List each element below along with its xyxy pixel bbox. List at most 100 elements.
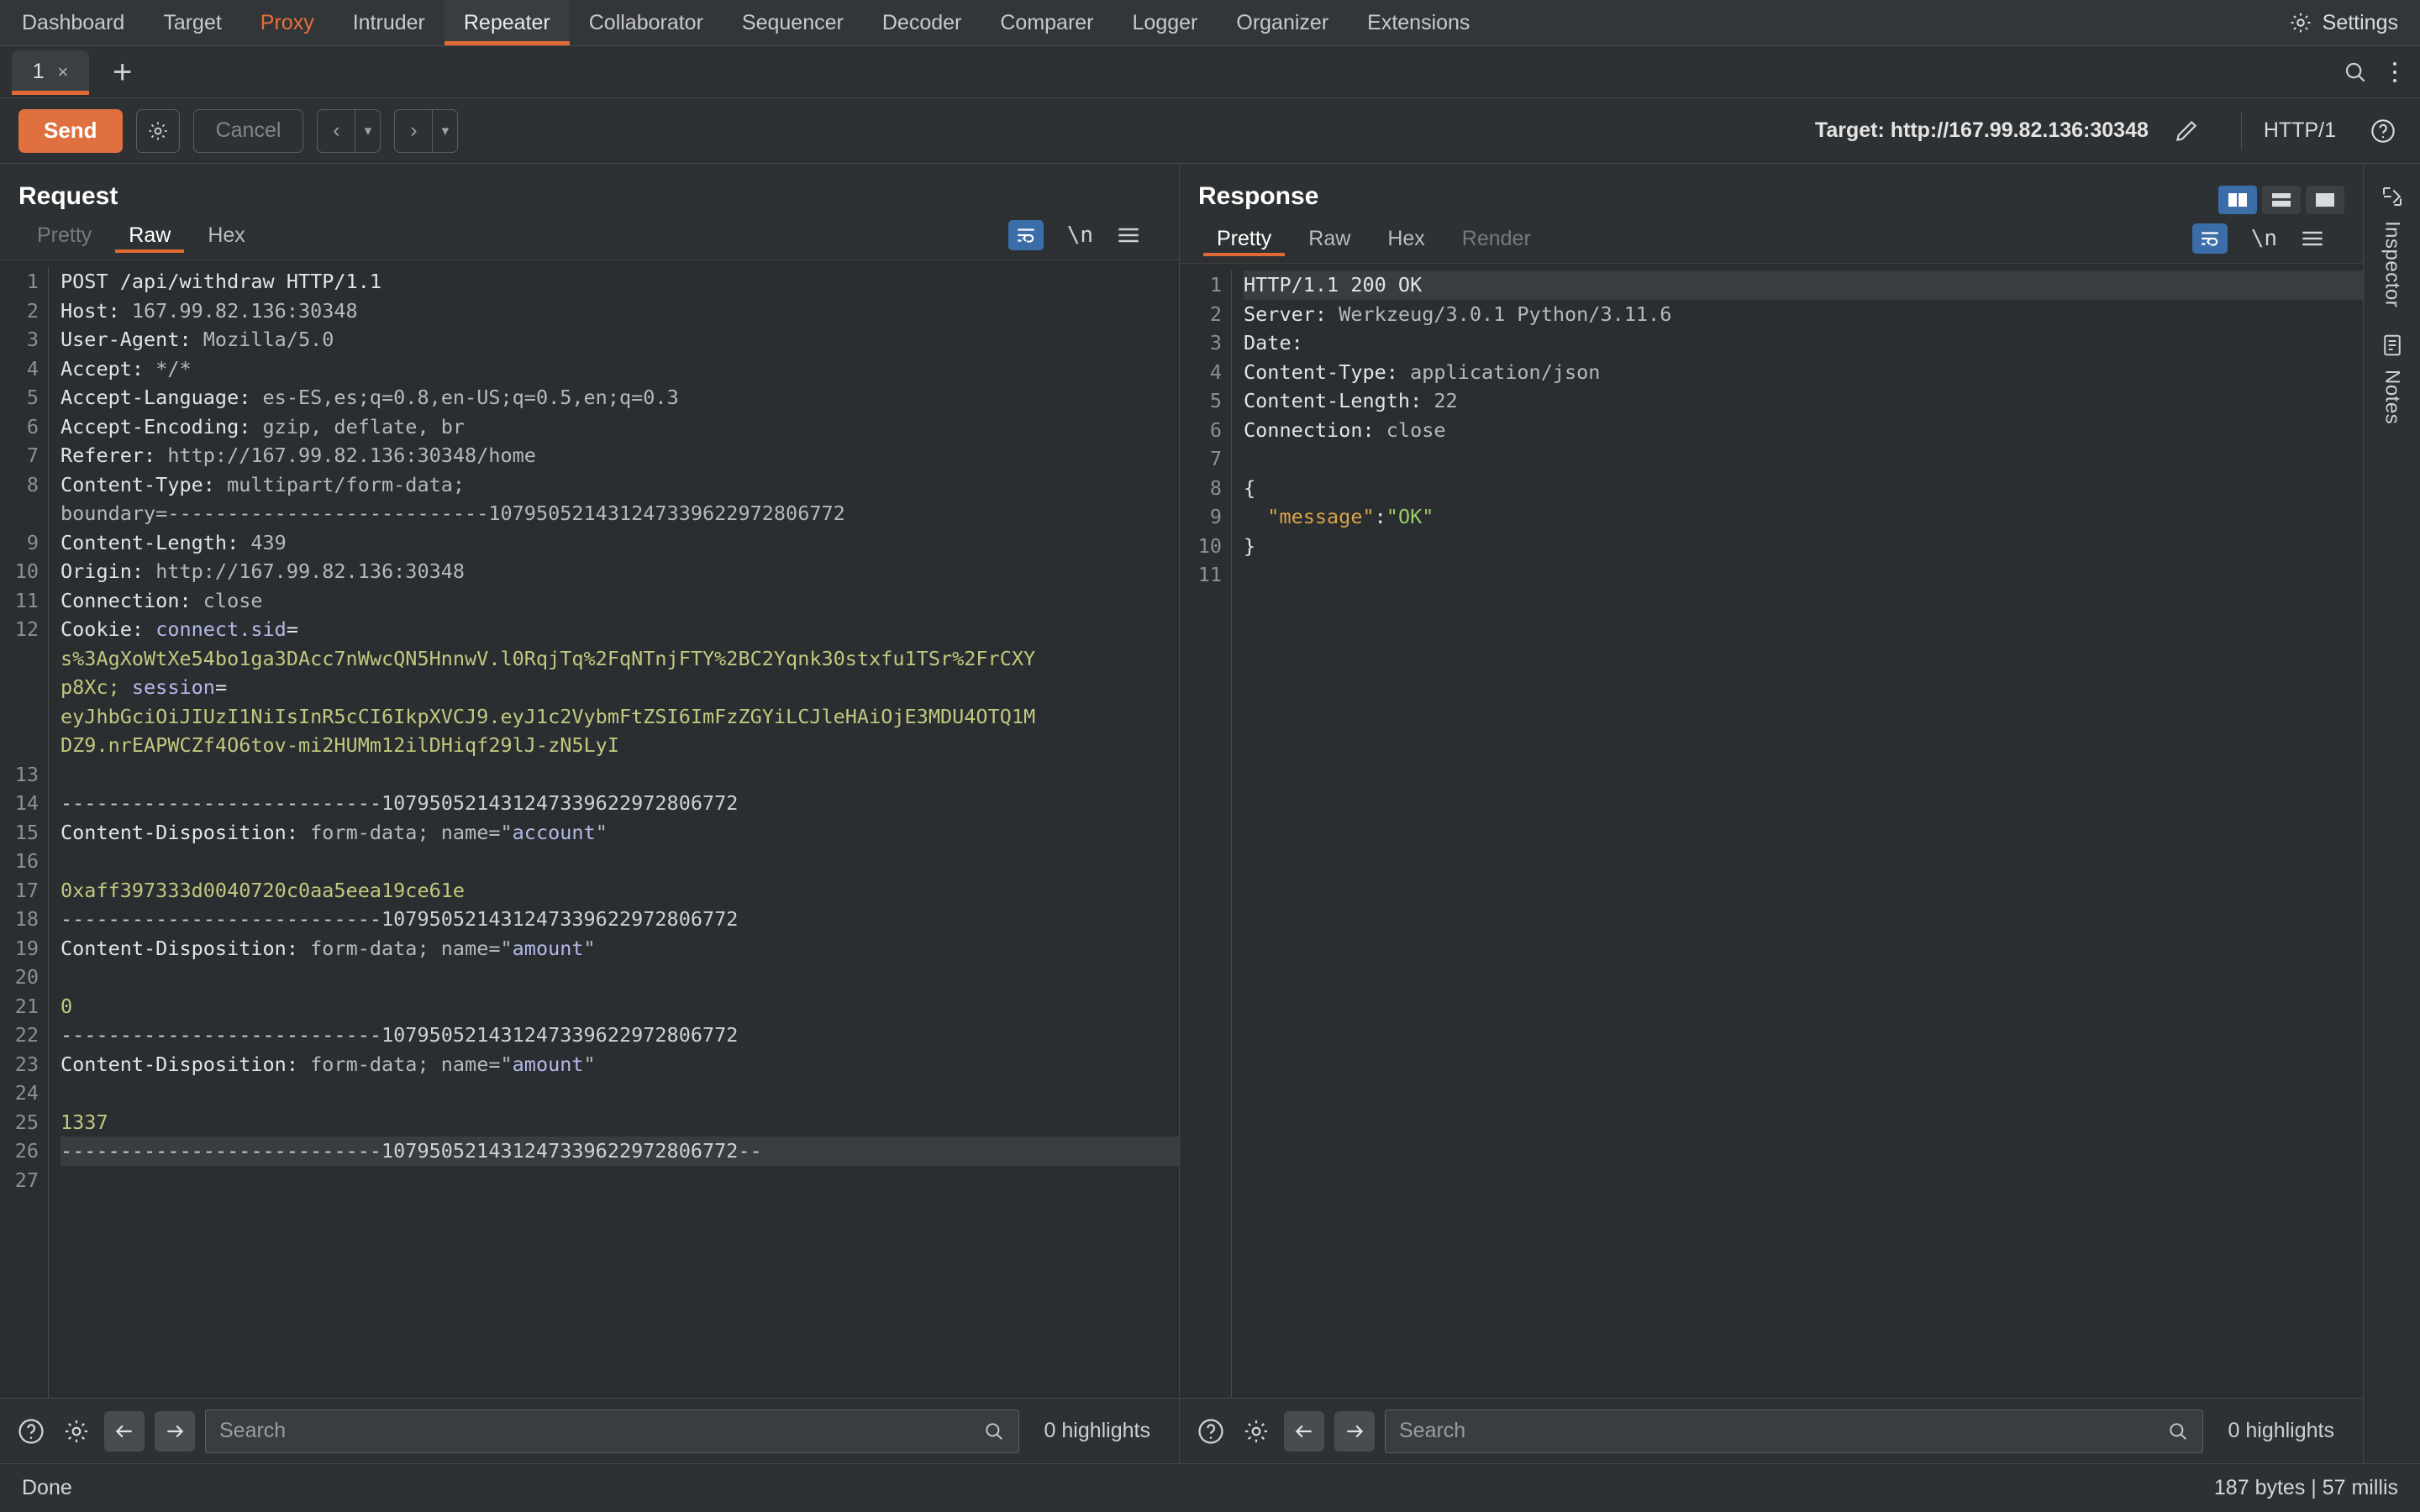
request-code-line[interactable]: ---------------------------1079505214312…	[60, 905, 1179, 934]
tabstrip-search-button[interactable]	[2331, 60, 2380, 85]
request-tab-hex[interactable]: Hex	[189, 213, 263, 258]
menu-item-organizer[interactable]: Organizer	[1217, 0, 1348, 45]
split-horizontal-icon[interactable]	[2262, 186, 2301, 214]
request-tab-raw[interactable]: Raw	[110, 213, 189, 258]
request-code-line[interactable]: Cookie: connect.sid=	[60, 615, 1179, 644]
response-code-line[interactable]: Content-Type: application/json	[1244, 358, 2363, 387]
menu-item-target[interactable]: Target	[144, 0, 240, 45]
request-code-line[interactable]: Content-Length: 439	[60, 528, 1179, 558]
request-help-button[interactable]	[13, 1414, 49, 1449]
request-code-line[interactable]: Content-Disposition: form-data; name="ac…	[60, 818, 1179, 848]
request-code-line[interactable]: eyJhbGciOiJIUzI1NiIsInR5cCI6IkpXVCJ9.eyJ…	[60, 702, 1179, 732]
response-newline-button[interactable]: \n	[2239, 226, 2289, 251]
menu-item-logger[interactable]: Logger	[1113, 0, 1218, 45]
request-code-line[interactable]: ---------------------------1079505214312…	[60, 1021, 1179, 1050]
request-code-line[interactable]: s%3AgXoWtXe54bo1ga3DAcc7nWwcQN5HnnwV.l0R…	[60, 644, 1179, 674]
response-search-next-button[interactable]	[1334, 1410, 1375, 1452]
send-settings-button[interactable]	[135, 108, 180, 153]
response-search-prev-button[interactable]	[1284, 1410, 1324, 1452]
add-tab-button[interactable]: +	[89, 55, 155, 89]
request-code-line[interactable]: Content-Disposition: form-data; name="am…	[60, 1050, 1179, 1079]
request-code-line[interactable]: Accept-Encoding: gzip, deflate, br	[60, 412, 1179, 442]
menu-item-intruder[interactable]: Intruder	[334, 0, 445, 45]
request-code-line[interactable]: Content-Disposition: form-data; name="am…	[60, 934, 1179, 963]
request-code-line[interactable]	[60, 963, 1179, 992]
request-code-line[interactable]: Accept-Language: es-ES,es;q=0.8,en-US;q=…	[60, 383, 1179, 412]
request-newline-button[interactable]: \n	[1055, 223, 1105, 248]
request-code-line[interactable]: DZ9.nrEAPWCZf4O6tov-mi2HUMm12ilDHiqf29lJ…	[60, 731, 1179, 760]
search-icon[interactable]	[2167, 1420, 2189, 1442]
response-code-line[interactable]: }	[1244, 532, 2363, 561]
close-icon[interactable]: ×	[58, 61, 69, 83]
request-footer-settings-button[interactable]	[59, 1414, 94, 1449]
menu-item-repeater[interactable]: Repeater	[444, 0, 570, 45]
cancel-button[interactable]: Cancel	[192, 108, 304, 153]
toolbar-help-button[interactable]	[2361, 118, 2402, 144]
request-code-line[interactable]: User-Agent: Mozilla/5.0	[60, 325, 1179, 354]
response-tab-hex[interactable]: Hex	[1369, 216, 1443, 261]
request-search-input[interactable]: Search	[205, 1409, 1019, 1453]
response-code[interactable]: HTTP/1.1 200 OK Server: Werkzeug/3.0.1 Py…	[1232, 270, 2363, 1398]
history-forward-group[interactable]: › ▾	[394, 108, 459, 153]
request-code-line[interactable]	[60, 847, 1179, 876]
request-code-line[interactable]: boundary=---------------------------1079…	[60, 499, 1179, 528]
request-code-line[interactable]: Origin: http://167.99.82.136:30348	[60, 557, 1179, 586]
menu-item-extensions[interactable]: Extensions	[1348, 0, 1489, 45]
request-code-line[interactable]: Accept: */*	[60, 354, 1179, 384]
response-wordwrap-button[interactable]	[2181, 223, 2239, 254]
response-code-line[interactable]: Date:	[1244, 328, 2363, 358]
request-code-line[interactable]: Connection: close	[60, 586, 1179, 616]
tabstrip-menu-button[interactable]	[2380, 60, 2420, 85]
settings-button[interactable]: Settings	[2267, 0, 2420, 45]
response-tab-pretty[interactable]: Pretty	[1198, 216, 1290, 261]
request-code-line[interactable]	[60, 760, 1179, 790]
rail-item-notes[interactable]: Notes	[2380, 333, 2405, 424]
request-code-line[interactable]: Content-Type: multipart/form-data;	[60, 470, 1179, 500]
history-back-group[interactable]: ‹ ▾	[317, 108, 381, 153]
response-code-line[interactable]	[1244, 444, 2363, 474]
response-help-button[interactable]	[1193, 1414, 1228, 1449]
response-tab-raw[interactable]: Raw	[1290, 216, 1369, 261]
request-code-line[interactable]: 1337	[60, 1108, 1179, 1137]
request-code-line[interactable]	[60, 1079, 1179, 1108]
response-code-line[interactable]: {	[1244, 474, 2363, 503]
history-back-caret-icon[interactable]: ▾	[355, 109, 380, 152]
target-edit-button[interactable]	[2162, 118, 2211, 144]
request-code-line[interactable]	[60, 1166, 1179, 1195]
history-forward-button[interactable]: ›	[395, 110, 432, 152]
response-footer-settings-button[interactable]	[1239, 1414, 1274, 1449]
response-code-line[interactable]: Content-Length: 22	[1244, 386, 2363, 416]
request-code-line[interactable]: Host: 167.99.82.136:30348	[60, 297, 1179, 326]
single-pane-icon[interactable]	[2306, 186, 2344, 214]
request-code-line[interactable]: ---------------------------1079505214312…	[60, 789, 1179, 818]
request-search-prev-button[interactable]	[104, 1410, 145, 1452]
request-code-line[interactable]: POST /api/withdraw HTTP/1.1	[60, 267, 1179, 297]
menu-item-comparer[interactable]: Comparer	[981, 0, 1113, 45]
menu-item-collaborator[interactable]: Collaborator	[570, 0, 723, 45]
request-menu-button[interactable]	[1105, 226, 1160, 244]
request-search-next-button[interactable]	[155, 1410, 195, 1452]
response-code-line[interactable]: Server: Werkzeug/3.0.1 Python/3.11.6	[1244, 300, 2363, 329]
response-code-line[interactable]: "message":"OK"	[1244, 502, 2363, 532]
request-code-line[interactable]: p8Xc; session=	[60, 673, 1179, 702]
response-code-line[interactable]	[1244, 560, 2363, 590]
request-editor[interactable]: 1 2 3 4 5 6 7 8 9 10 11 12 13 14 15 16 17 18 19 20 21 22 23 24 2…	[0, 260, 1179, 1398]
response-code-line[interactable]: HTTP/1.1 200 OK	[1244, 270, 2363, 300]
request-code-line[interactable]: Referer: http://167.99.82.136:30348/home	[60, 441, 1179, 470]
response-code-line[interactable]: Connection: close	[1244, 416, 2363, 445]
request-code-line[interactable]: 0	[60, 992, 1179, 1021]
menu-item-proxy[interactable]: Proxy	[241, 0, 334, 45]
history-forward-caret-icon[interactable]: ▾	[432, 109, 457, 152]
repeater-tab-1[interactable]: 1 ×	[12, 50, 89, 95]
search-icon[interactable]	[983, 1420, 1005, 1442]
request-code-line[interactable]: ---------------------------1079505214312…	[60, 1137, 1179, 1166]
send-button[interactable]: Send	[18, 108, 123, 153]
menu-item-sequencer[interactable]: Sequencer	[723, 0, 863, 45]
request-code-line[interactable]: 0xaff397333d0040720c0aa5eea19ce61e	[60, 876, 1179, 906]
split-vertical-icon[interactable]	[2218, 186, 2257, 214]
response-editor[interactable]: 1 2 3 4 5 6 7 8 9 10 11 HTTP/1.1 200 OK Server: Wer…	[1180, 263, 2363, 1398]
history-back-button[interactable]: ‹	[318, 110, 355, 152]
request-wordwrap-button[interactable]	[997, 220, 1055, 250]
rail-item-inspector[interactable]: Inspector	[2380, 184, 2405, 307]
http-version-selector[interactable]: HTTP/1	[2240, 111, 2348, 150]
